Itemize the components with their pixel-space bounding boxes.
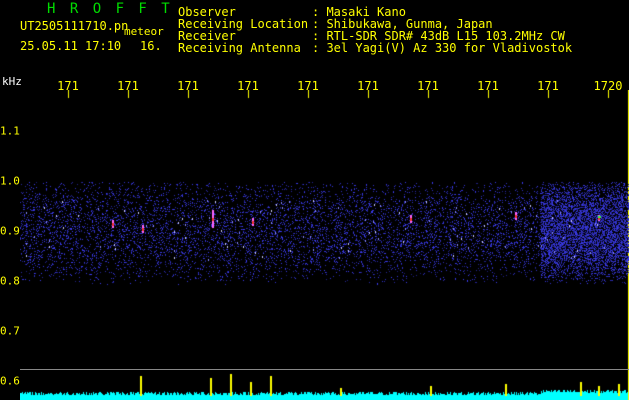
info-value-antenna: : 3el Yagi(V) Az 330 for Vladivostok <box>312 41 573 55</box>
detection-tag: meteor <box>124 25 164 38</box>
spectrogram-plot <box>20 90 629 400</box>
y-tick-label: 0.8 <box>0 274 20 288</box>
y-tick-label: 0.9 <box>0 224 20 238</box>
y-tick-label: 1.0 <box>0 174 20 188</box>
y-tick-label: 0.7 <box>0 324 20 338</box>
y-tick-label: 1.1 <box>0 124 20 138</box>
event-counter: 16. <box>140 39 162 53</box>
date-time: 25.05.11 17:10 <box>20 39 122 53</box>
baseline-separator <box>20 369 629 370</box>
app-title: H R O F F T <box>47 1 173 17</box>
y-axis-unit: kHz <box>2 75 22 88</box>
info-label-antenna: Receiving Antenna <box>178 41 301 55</box>
spectrogram-window: H R O F F T UT2505111710.pn meteor 25.05… <box>0 0 629 400</box>
file-name: UT2505111710.pn <box>20 19 129 33</box>
y-tick-label: 0.6 <box>0 374 20 388</box>
